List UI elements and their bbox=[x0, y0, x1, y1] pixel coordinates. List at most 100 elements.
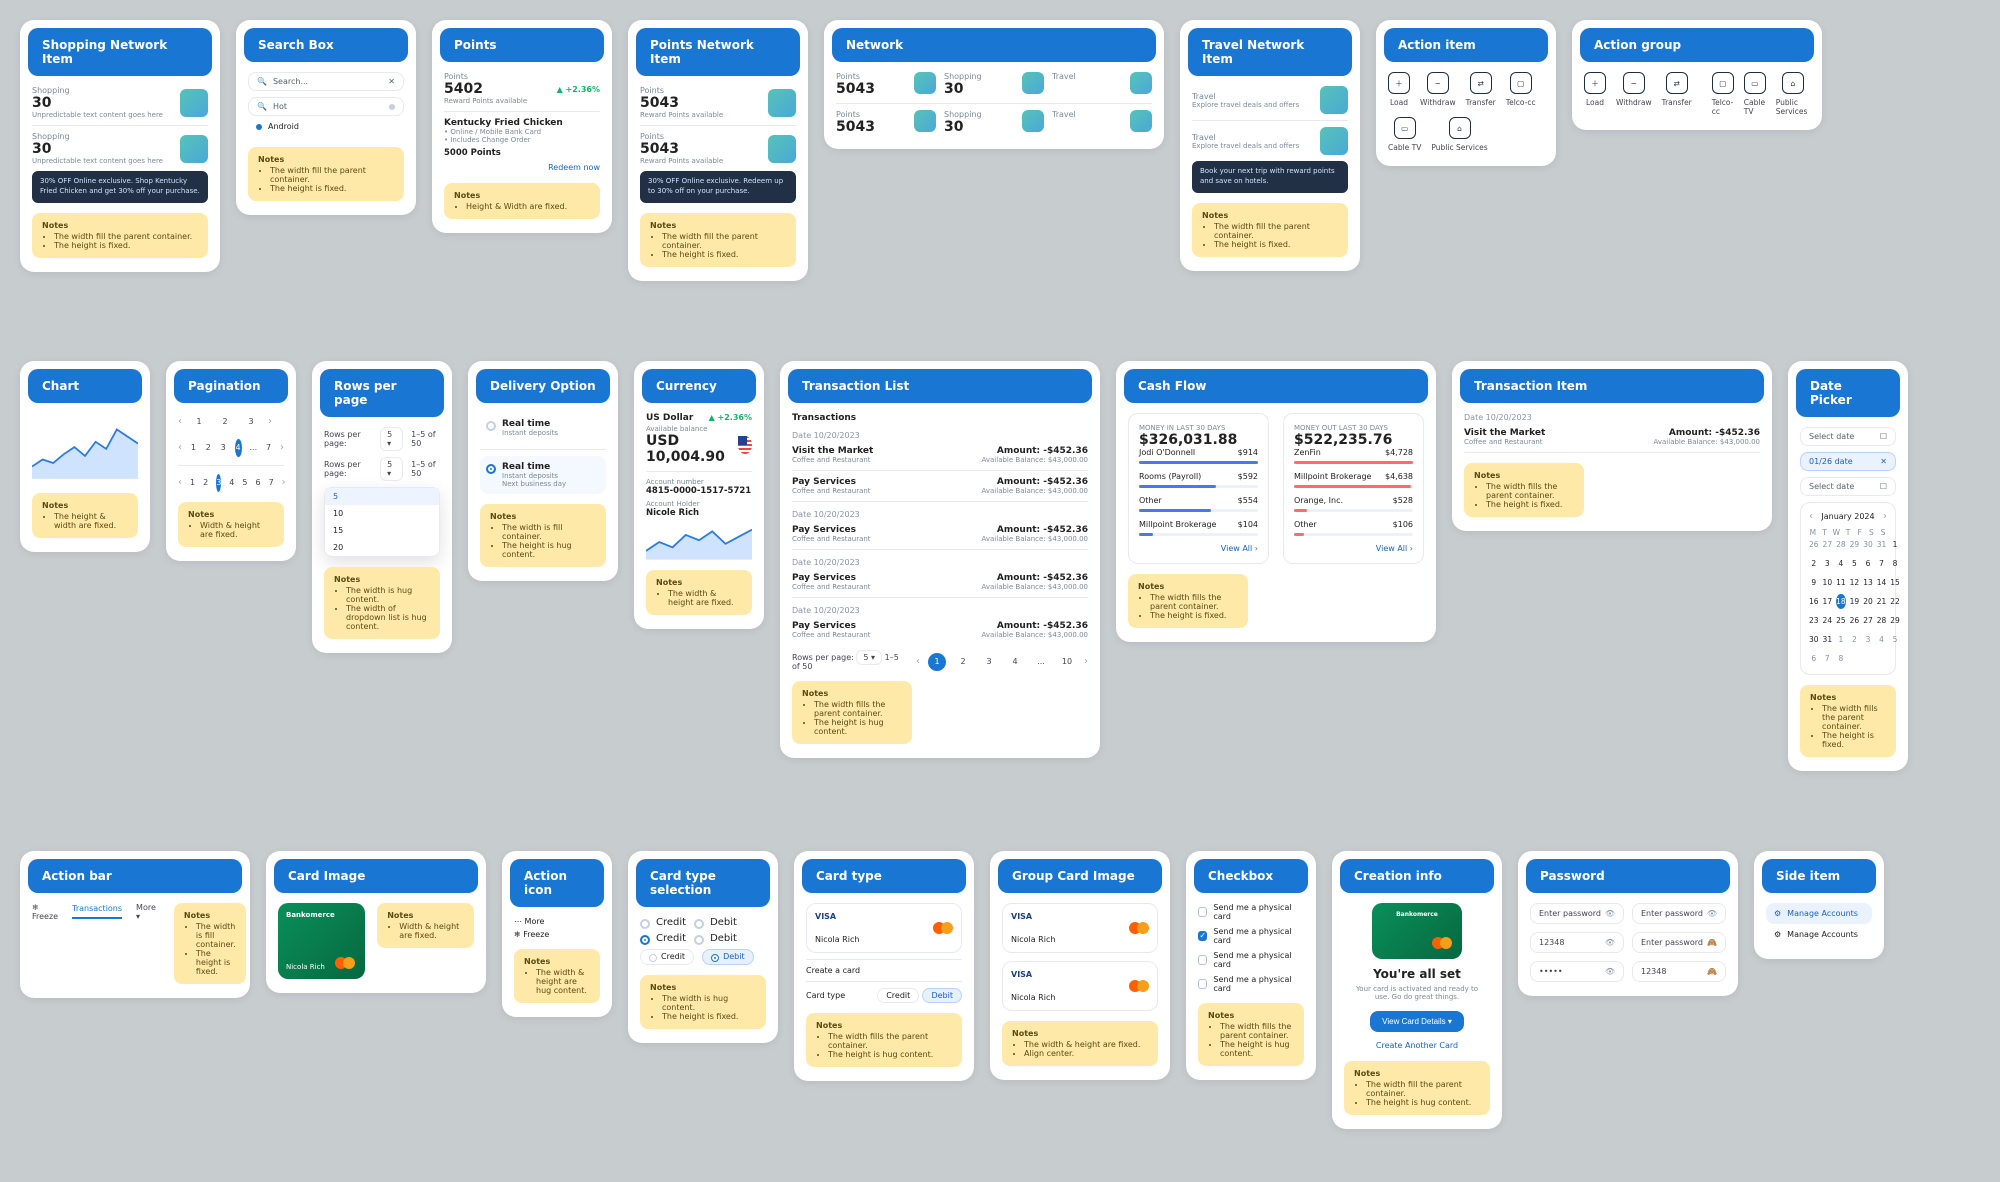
checkbox-row[interactable]: ✓Send me a physical card bbox=[1198, 927, 1304, 945]
calendar-day[interactable]: 8 bbox=[1890, 556, 1900, 571]
calendar-day-next[interactable]: 7 bbox=[1823, 651, 1833, 666]
pagination[interactable]: ‹ 1 2 3 › bbox=[178, 413, 284, 431]
calendar-day[interactable]: 10 bbox=[1823, 575, 1833, 590]
action-cabletv[interactable]: ▭Cable TV bbox=[1388, 117, 1421, 152]
checkbox-checked-icon[interactable]: ✓ bbox=[1198, 931, 1207, 941]
calendar-day-next[interactable]: 8 bbox=[1836, 651, 1846, 666]
transaction-row[interactable]: Visit the MarketCoffee and RestaurantAmo… bbox=[792, 440, 1088, 471]
eye-icon[interactable]: 👁 bbox=[1605, 967, 1615, 976]
close-icon[interactable]: ✕ bbox=[1880, 457, 1887, 466]
date-input-selected[interactable]: 01/26 date✕ bbox=[1800, 452, 1896, 471]
eye-icon[interactable]: 👁 bbox=[1707, 909, 1717, 918]
transaction-row[interactable]: Pay ServicesCoffee and RestaurantAmount:… bbox=[792, 471, 1088, 502]
eye-icon[interactable]: 👁 bbox=[1605, 909, 1615, 918]
action-load[interactable]: ＋Load bbox=[1388, 72, 1410, 107]
action-withdraw[interactable]: −Withdraw bbox=[1616, 72, 1652, 116]
calendar-day-next[interactable]: 5 bbox=[1890, 632, 1900, 647]
action-telco[interactable]: ▢Telco-cc bbox=[1506, 72, 1536, 107]
checkbox-icon[interactable] bbox=[1198, 979, 1207, 989]
date-input[interactable]: Select date☐ bbox=[1800, 427, 1896, 446]
date-input[interactable]: Select date☐ bbox=[1800, 477, 1896, 496]
calendar-day-prev[interactable]: 30 bbox=[1863, 537, 1873, 552]
redeem-link[interactable]: Redeem now bbox=[548, 163, 600, 172]
action-telco[interactable]: ▢Telco-cc bbox=[1712, 72, 1734, 116]
calendar-day-prev[interactable]: 28 bbox=[1836, 537, 1846, 552]
action-bar-transactions[interactable]: Transactions bbox=[72, 904, 122, 919]
search-suggestion[interactable]: Android bbox=[248, 116, 404, 137]
chevron-left-icon[interactable]: ‹ bbox=[178, 442, 182, 453]
calendar-day[interactable]: 5 bbox=[1850, 556, 1860, 571]
action-bar-more[interactable]: More ▾ bbox=[136, 903, 156, 921]
calendar-day[interactable]: 24 bbox=[1823, 613, 1833, 628]
action-transfer[interactable]: ⇄Transfer bbox=[1662, 72, 1692, 116]
action-load[interactable]: ＋Load bbox=[1584, 72, 1606, 116]
calendar-day[interactable]: 11 bbox=[1836, 575, 1846, 590]
chevron-left-icon[interactable]: ‹ bbox=[178, 416, 182, 427]
checkbox-icon[interactable] bbox=[1198, 907, 1207, 917]
radio-credit[interactable]: Credit bbox=[640, 933, 686, 945]
calendar-day[interactable]: 28 bbox=[1877, 613, 1887, 628]
calendar-day[interactable]: 14 bbox=[1877, 575, 1887, 590]
transaction-row[interactable]: Pay ServicesCoffee and RestaurantAmount:… bbox=[792, 567, 1088, 598]
radio-debit[interactable]: Debit bbox=[694, 917, 737, 929]
calendar-day[interactable]: 30 bbox=[1809, 632, 1819, 647]
rows-dropdown[interactable]: 5 10 15 20 bbox=[324, 487, 440, 557]
transaction-row[interactable]: Pay ServicesCoffee and RestaurantAmount:… bbox=[792, 615, 1088, 645]
page-number[interactable]: 3 bbox=[242, 413, 260, 431]
side-item-selected[interactable]: ⚙Manage Accounts bbox=[1766, 903, 1872, 924]
calendar-day[interactable]: 20 bbox=[1863, 594, 1873, 609]
calendar-day[interactable]: 22 bbox=[1890, 594, 1900, 609]
chevron-right-icon[interactable]: › bbox=[268, 416, 272, 427]
password-input[interactable]: Enter password👁 bbox=[1530, 903, 1624, 924]
calendar-day[interactable]: 3 bbox=[1823, 556, 1833, 571]
transaction-row[interactable]: Visit the Market Coffee and Restaurant A… bbox=[1464, 422, 1760, 453]
page-current[interactable]: 4 bbox=[235, 439, 242, 457]
clear-icon[interactable]: ✕ bbox=[388, 77, 395, 86]
password-input[interactable]: 12348👁 bbox=[1530, 932, 1624, 953]
calendar-day[interactable]: 15 bbox=[1890, 575, 1900, 590]
dropdown-option[interactable]: 20 bbox=[325, 539, 439, 556]
pagination[interactable]: ‹ 1 2 3 4 ... 7 › bbox=[178, 439, 284, 457]
calendar-day[interactable]: 6 bbox=[1863, 556, 1873, 571]
calendar-day[interactable]: 17 bbox=[1823, 594, 1833, 609]
search-field-hot[interactable]: 🔍 Hot bbox=[248, 97, 404, 116]
eye-off-icon[interactable]: 🙈 bbox=[1707, 938, 1717, 947]
action-withdraw[interactable]: −Withdraw bbox=[1420, 72, 1456, 107]
checkbox-row[interactable]: Send me a physical card bbox=[1198, 903, 1304, 921]
password-input[interactable]: 12348🙈 bbox=[1632, 961, 1726, 982]
dropdown-option[interactable]: 5 bbox=[325, 488, 439, 505]
delivery-option[interactable]: Real time Instant deposits bbox=[480, 413, 606, 443]
calendar-day-next[interactable]: 6 bbox=[1809, 651, 1819, 666]
create-another-link[interactable]: Create Another Card bbox=[1376, 1041, 1458, 1050]
page-number[interactable]: 1 bbox=[190, 413, 208, 431]
calendar-day[interactable]: 2 bbox=[1809, 556, 1819, 571]
pill-debit[interactable]: Debit bbox=[922, 988, 962, 1003]
view-all-link[interactable]: View All › bbox=[1294, 544, 1413, 553]
radio-debit[interactable]: Debit bbox=[694, 933, 737, 945]
calendar-day[interactable]: 27 bbox=[1863, 613, 1873, 628]
calendar-day-prev[interactable]: 26 bbox=[1809, 537, 1819, 552]
calendar-day[interactable]: 29 bbox=[1890, 613, 1900, 628]
calendar-day[interactable]: 13 bbox=[1863, 575, 1873, 590]
chevron-right-icon[interactable]: › bbox=[282, 477, 286, 488]
calendar-day[interactable]: 9 bbox=[1809, 575, 1819, 590]
delivery-option-selected[interactable]: Real time Instant deposits Next business… bbox=[480, 456, 606, 494]
chevron-left-icon[interactable]: ‹ bbox=[178, 477, 182, 488]
calendar-day[interactable]: 7 bbox=[1877, 556, 1887, 571]
chevron-left-icon[interactable]: ‹ bbox=[916, 656, 920, 667]
pill-credit[interactable]: Credit bbox=[877, 988, 919, 1003]
password-input[interactable]: •••••👁 bbox=[1530, 961, 1624, 982]
calendar-day-selected[interactable]: 18 bbox=[1836, 594, 1846, 609]
action-public[interactable]: ⌂Public Services bbox=[1776, 72, 1810, 116]
checkbox-row[interactable]: Send me a physical card bbox=[1198, 951, 1304, 969]
search-input[interactable]: 🔍 Search... ✕ bbox=[248, 72, 404, 91]
pill-debit[interactable]: Debit bbox=[702, 949, 754, 965]
checkbox-row[interactable]: Send me a physical card bbox=[1198, 975, 1304, 993]
action-public[interactable]: ⌂Public Services bbox=[1431, 117, 1487, 152]
dropdown-option[interactable]: 10 bbox=[325, 505, 439, 522]
rows-select[interactable]: 5 ▾ bbox=[380, 427, 403, 451]
action-cabletv[interactable]: ▭Cable TV bbox=[1744, 72, 1766, 116]
rows-select[interactable]: 5 ▾ bbox=[856, 650, 882, 665]
view-all-link[interactable]: View All › bbox=[1139, 544, 1258, 553]
action-transfer[interactable]: ⇄Transfer bbox=[1466, 72, 1496, 107]
